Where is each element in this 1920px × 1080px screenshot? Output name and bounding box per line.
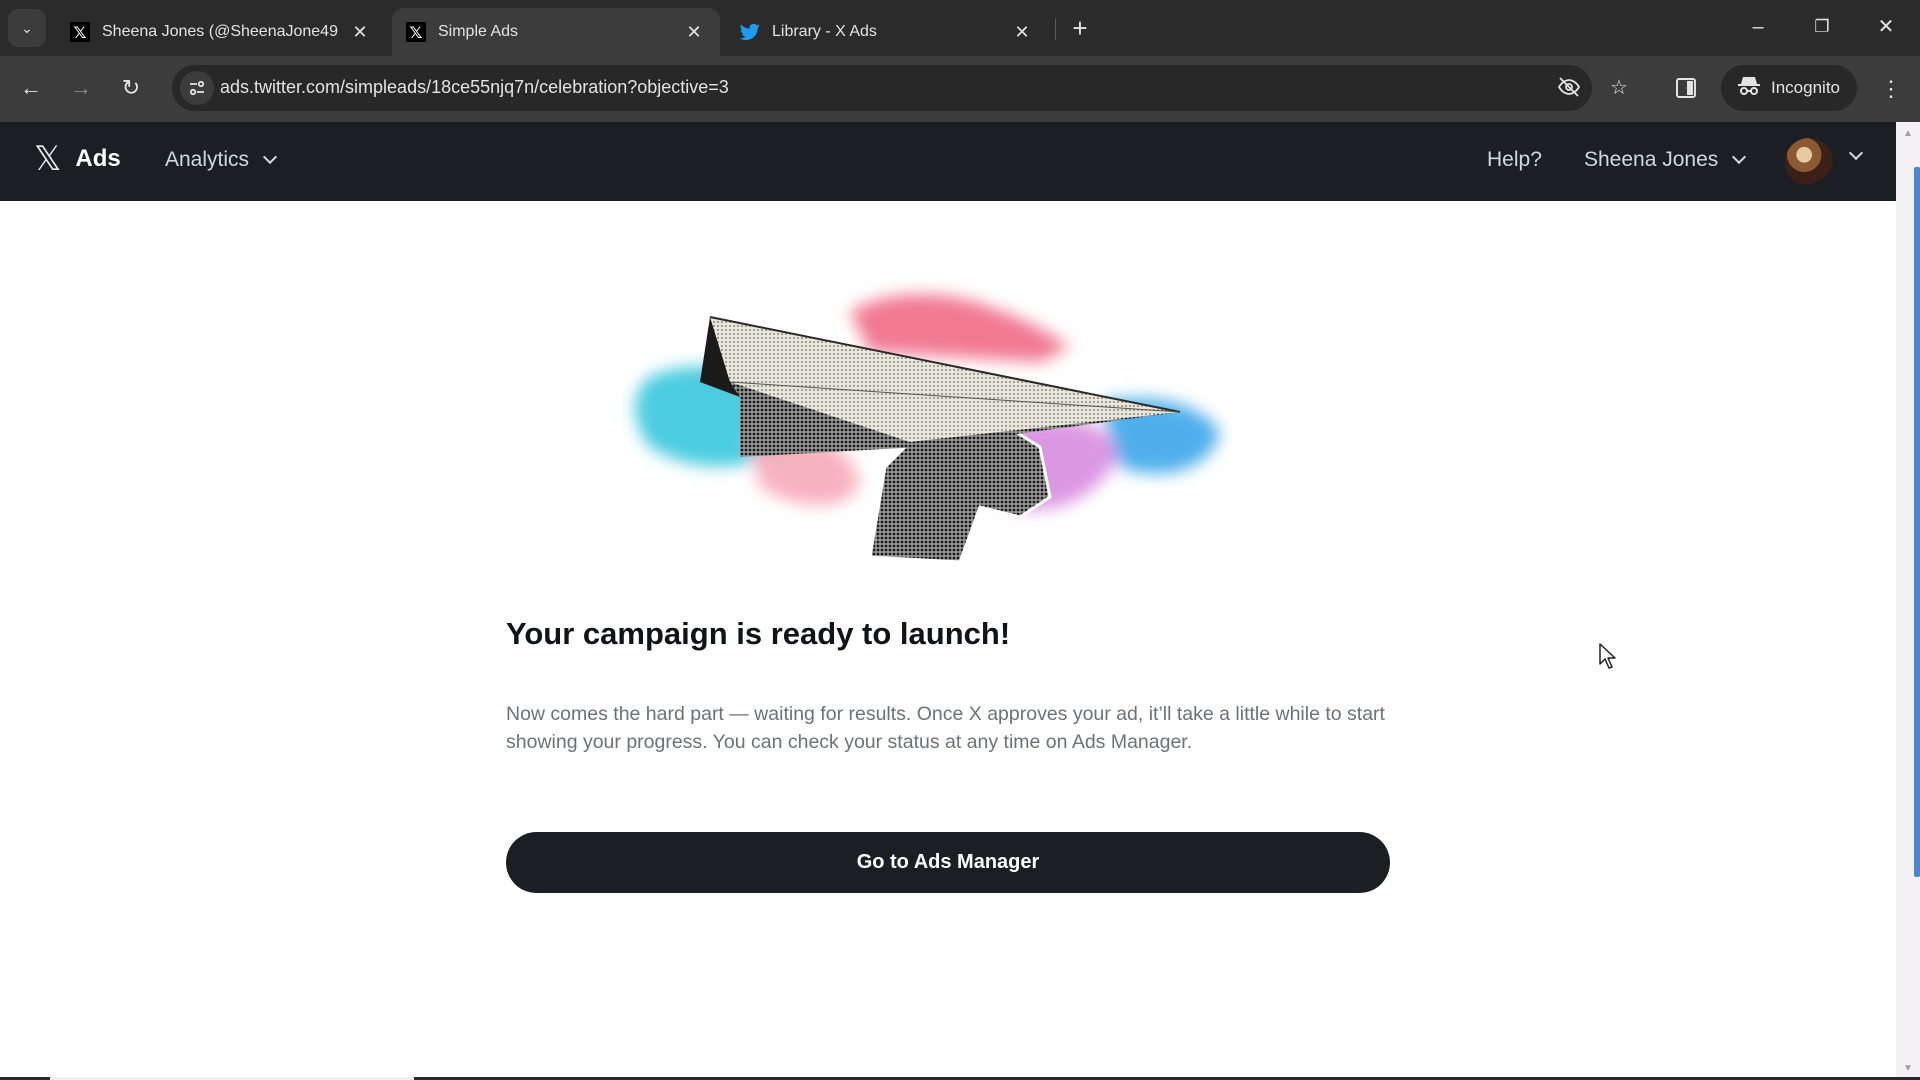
- help-label: Help?: [1487, 148, 1542, 171]
- page-viewport: 𝕏 Ads Analytics Help? Sheena Jones Your …: [0, 122, 1896, 1077]
- app-header: 𝕏 Ads Analytics Help? Sheena Jones: [0, 122, 1896, 201]
- x-logo-icon: 𝕏: [406, 22, 426, 42]
- tab-title: Sheena Jones (@SheenaJone49: [102, 23, 338, 40]
- url-text[interactable]: ads.twitter.com/simpleads/18ce55njq7n/ce…: [220, 77, 729, 98]
- chevron-down-icon[interactable]: [1848, 145, 1864, 161]
- go-to-ads-manager-button[interactable]: Go to Ads Manager: [506, 832, 1390, 893]
- account-name: Sheena Jones: [1584, 148, 1719, 171]
- analytics-label: Analytics: [165, 148, 250, 171]
- tab-sheena-jones-profile[interactable]: 𝕏 Sheena Jones (@SheenaJone49 ✕: [56, 8, 386, 56]
- incognito-indicator[interactable]: Incognito: [1721, 65, 1857, 111]
- browser-toolbar: ← → ↻ ads.twitter.com/simpleads/18ce55nj…: [0, 56, 1920, 122]
- back-button[interactable]: ←: [14, 71, 48, 105]
- tab-title: Simple Ads: [438, 23, 519, 40]
- tab-simple-ads[interactable]: 𝕏 Simple Ads ✕: [392, 8, 720, 56]
- more-vertical-icon: ⋮: [1880, 76, 1902, 101]
- eye-slash-icon[interactable]: [1556, 75, 1582, 101]
- tab-library-x-ads[interactable]: Library - X Ads ✕: [726, 8, 1048, 56]
- incognito-icon: [1737, 75, 1761, 102]
- close-tab-icon[interactable]: ✕: [682, 22, 706, 43]
- new-tab-button[interactable]: +: [1066, 14, 1094, 42]
- scroll-thumb[interactable]: [1914, 167, 1920, 877]
- reload-icon: ↻: [121, 75, 141, 100]
- arrow-left-icon: ←: [20, 75, 42, 100]
- chevron-down-icon: [262, 149, 278, 165]
- minimize-button[interactable]: –: [1738, 12, 1778, 42]
- scroll-down-icon[interactable]: ▼: [1902, 1063, 1914, 1074]
- close-tab-icon[interactable]: ✕: [348, 22, 372, 43]
- description-text: Now comes the hard part — waiting for re…: [506, 703, 1385, 753]
- analytics-menu[interactable]: Analytics: [165, 148, 278, 172]
- chevron-down-icon: ⌄: [21, 19, 33, 36]
- side-panel-icon[interactable]: [1674, 74, 1702, 102]
- close-tab-icon[interactable]: ✕: [1010, 22, 1034, 43]
- scroll-up-icon[interactable]: ▲: [1902, 128, 1914, 139]
- page-scrollbar[interactable]: ▲ ▼: [1896, 122, 1920, 1077]
- page-title: Your campaign is ready to launch!: [506, 616, 1011, 651]
- close-window-button[interactable]: ✕: [1866, 12, 1906, 42]
- address-bar[interactable]: ads.twitter.com/simpleads/18ce55njq7n/ce…: [172, 65, 1628, 111]
- help-link[interactable]: Help?: [1487, 148, 1542, 172]
- tab-title: Library - X Ads: [772, 23, 877, 40]
- chevron-down-icon: [1732, 149, 1747, 165]
- reload-button[interactable]: ↻: [114, 71, 148, 105]
- x-logo-icon: 𝕏: [34, 139, 62, 179]
- incognito-label: Incognito: [1771, 78, 1840, 97]
- paper-plane-illustration: [635, 294, 1220, 564]
- forward-button[interactable]: →: [64, 71, 98, 105]
- avatar[interactable]: [1785, 138, 1833, 186]
- tab-divider: [1055, 18, 1056, 40]
- site-settings-icon[interactable]: [180, 71, 214, 105]
- restore-button[interactable]: ❐: [1802, 12, 1842, 42]
- brand-label: Ads: [75, 145, 121, 172]
- bookmark-star-icon[interactable]: ☆: [1606, 75, 1632, 101]
- x-logo-icon: 𝕏: [70, 22, 90, 42]
- twitter-bird-icon: [740, 22, 760, 42]
- tab-search-button[interactable]: ⌄: [8, 9, 46, 47]
- browser-tabstrip: ⌄ 𝕏 Sheena Jones (@SheenaJone49 ✕ 𝕏 Simp…: [0, 0, 1920, 56]
- x-ads-logo[interactable]: 𝕏 Ads: [34, 142, 121, 176]
- account-menu[interactable]: Sheena Jones: [1584, 148, 1747, 172]
- mouse-cursor-icon: [1599, 643, 1616, 669]
- browser-menu-button[interactable]: ⋮: [1876, 72, 1906, 106]
- arrow-right-icon: →: [70, 75, 92, 100]
